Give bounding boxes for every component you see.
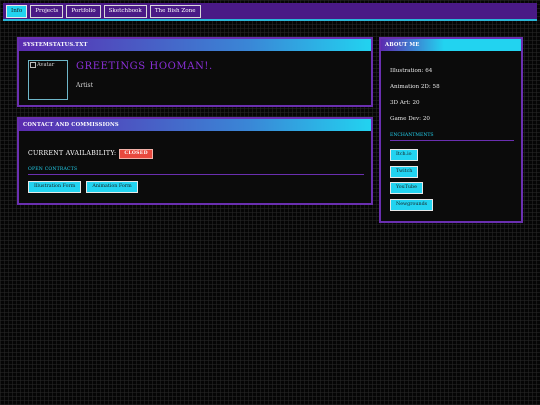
stat-3d-art: 3D Art: 20: [390, 100, 420, 106]
open-contracts-heading: OPEN CONTRACTS: [28, 167, 364, 175]
broken-image-icon: Avatar: [30, 62, 54, 68]
status-badge: CLOSED: [119, 148, 153, 159]
youtube-link-button[interactable]: YouTube: [390, 182, 423, 194]
availability-label: CURRENT AVAILABILITY:: [28, 150, 117, 157]
role-label: Artist: [76, 82, 94, 89]
tab-portfolio[interactable]: Portfolio: [66, 4, 101, 18]
contract-buttons: Illustration Form Animation Form: [28, 181, 138, 193]
contact-commissions-title: CONTACT AND COMMISSIONS: [19, 119, 371, 131]
enchantments-heading: ENCHANTMENTS: [390, 133, 514, 141]
about-me-panel: ABOUT ME Illustration: 64 Animation 2D: …: [379, 37, 523, 223]
newgrounds-link-button[interactable]: Newgrounds: [390, 199, 434, 211]
availability-row: CURRENT AVAILABILITY: CLOSED: [28, 148, 153, 159]
itchio-link-button[interactable]: Itch.io: [390, 149, 418, 161]
avatar-alt-text: Avatar: [37, 62, 55, 68]
tab-bish-zone[interactable]: The Bish Zone: [149, 4, 201, 18]
system-status-title: SYSTEMSTATUS.TXT: [19, 39, 371, 51]
about-me-title: ABOUT ME: [381, 39, 521, 51]
tab-sketchbook[interactable]: Sketchbook: [103, 4, 147, 18]
greeting-heading: GREETINGS HOOMAN!.: [76, 61, 213, 72]
contact-commissions-panel: CONTACT AND COMMISSIONS CURRENT AVAILABI…: [17, 117, 373, 205]
system-status-panel: SYSTEMSTATUS.TXT Avatar GREETINGS HOOMAN…: [17, 37, 373, 107]
animation-form-button[interactable]: Animation Form: [86, 181, 138, 193]
stat-illustration: Illustration: 64: [390, 68, 433, 74]
tab-projects[interactable]: Projects: [30, 4, 64, 18]
stat-animation-2d: Animation 2D: 58: [390, 84, 440, 90]
illustration-form-button[interactable]: Illustration Form: [28, 181, 82, 193]
top-nav: Info Projects Portfolio Sketchbook The B…: [3, 3, 537, 21]
avatar: Avatar: [28, 60, 68, 100]
tab-info[interactable]: Info: [6, 4, 28, 18]
stat-game-dev: Game Dev: 20: [390, 116, 430, 122]
twitch-link-button[interactable]: Twitch: [390, 166, 419, 178]
